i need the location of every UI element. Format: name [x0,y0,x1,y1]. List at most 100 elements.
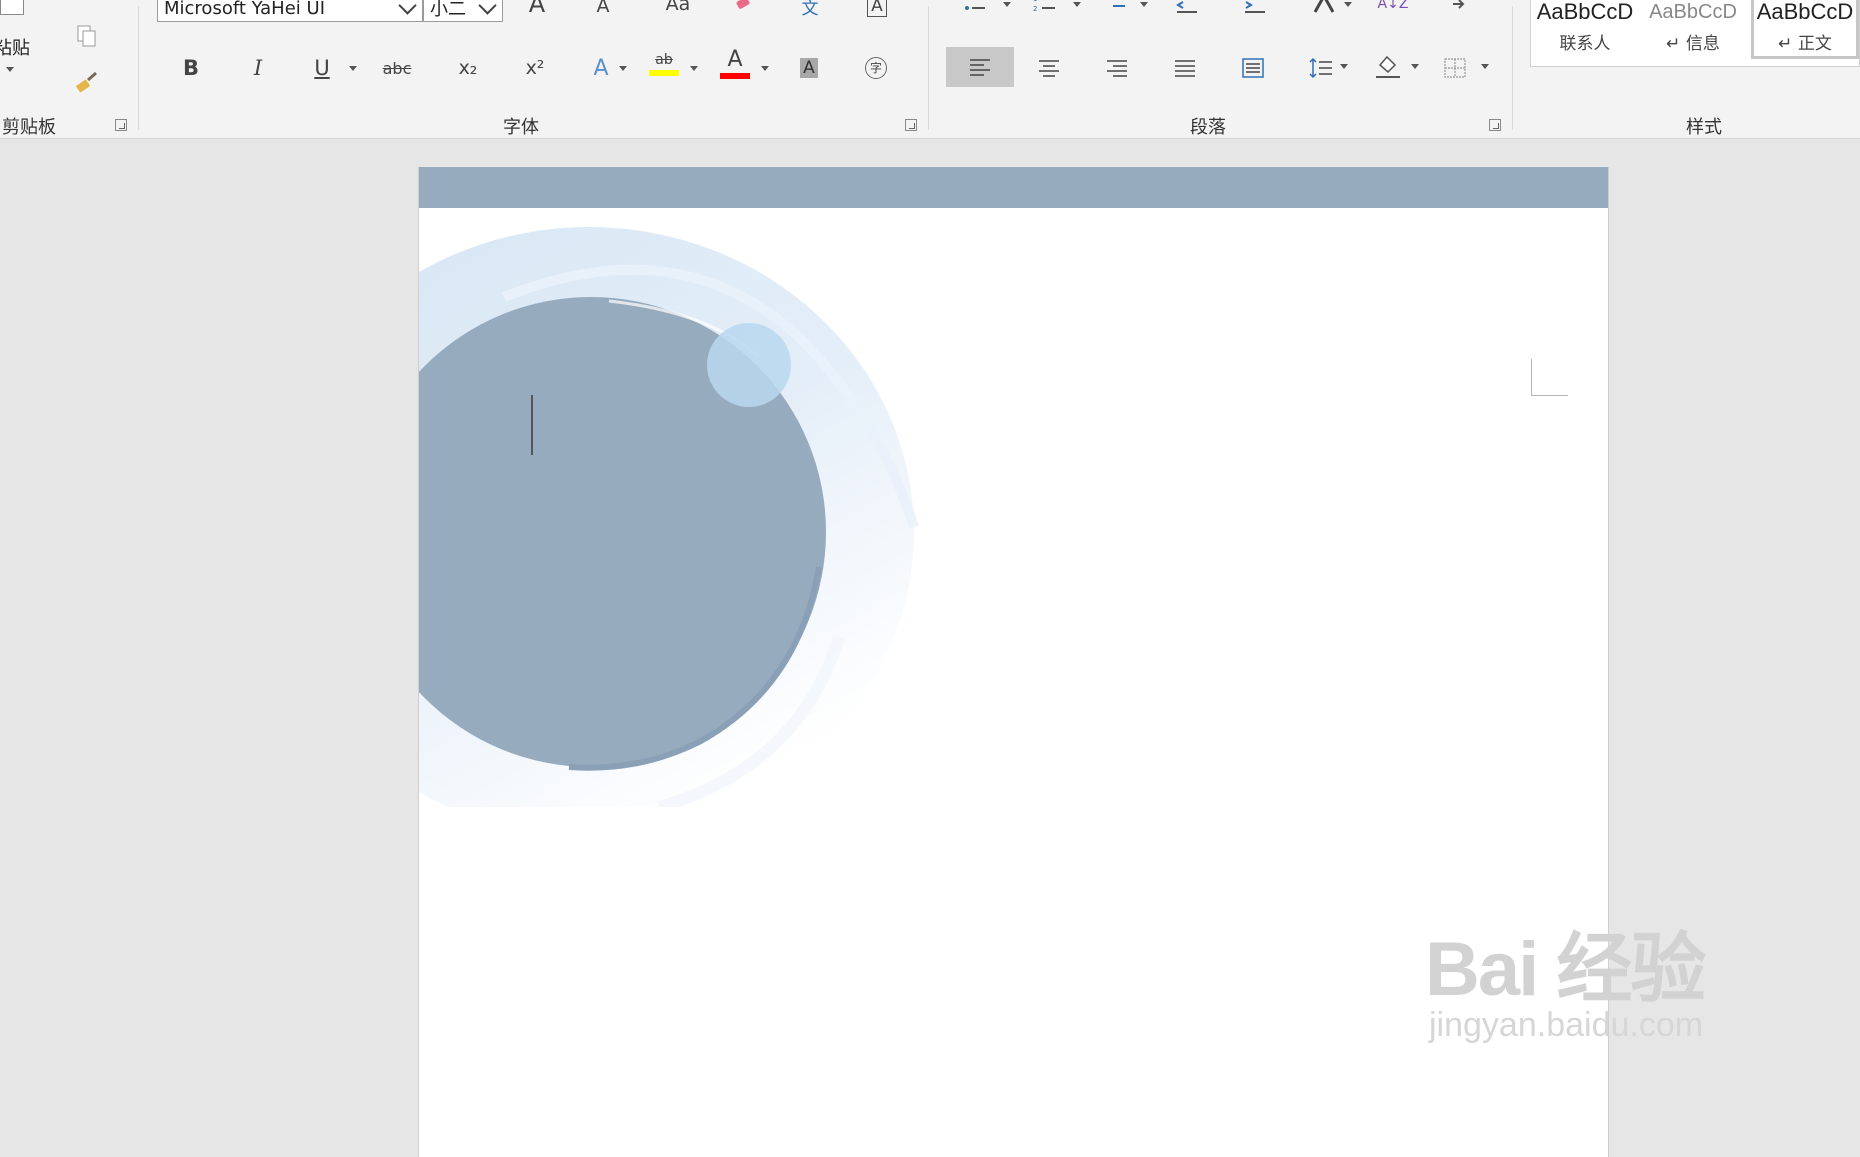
font-size-combo[interactable]: 小二 [423,0,503,22]
ribbon: 粘贴 剪贴板 Microsoft YaHei UI 小二 A A Aa 文 A … [0,0,1860,139]
clear-format-button[interactable] [728,0,758,22]
bullets-button[interactable] [960,0,990,22]
align-right-icon [1107,60,1127,77]
highlight-dropdown-icon[interactable] [690,66,698,71]
chinese-layout-icon [1313,0,1335,13]
grow-font-button[interactable]: A [522,0,552,22]
sort-icon: A↓Z [1377,0,1409,12]
justify-button[interactable] [1170,50,1200,86]
strikethrough-icon: abc [382,58,412,78]
svg-text:2: 2 [1033,5,1037,13]
font-dialog-launcher[interactable] [905,119,917,131]
line-spacing-button[interactable] [1306,50,1336,86]
sort-button[interactable]: A↓Z [1377,0,1409,22]
paste-label: 粘贴 [0,38,30,59]
text-effects-icon: A [593,55,609,81]
borders-button[interactable] [1440,50,1470,86]
justify-icon [1175,60,1195,77]
subscript-icon: x₂ [458,57,478,79]
enclose-characters-button[interactable]: 字 [861,50,891,86]
grow-font-icon: A [528,0,546,18]
chinese-layout-button[interactable] [1310,0,1340,22]
align-center-button[interactable] [1034,50,1064,86]
group-divider [928,6,929,130]
character-shading-icon: A [800,58,818,78]
shrink-font-button[interactable]: A [588,0,618,24]
underline-dropdown-icon[interactable] [349,66,357,71]
clipboard-dialog-launcher[interactable] [115,119,127,131]
show-marks-button[interactable] [1444,0,1474,22]
increase-indent-icon [1245,1,1265,13]
strikethrough-button[interactable]: abc [380,50,414,86]
highlight-color-bar [649,70,679,76]
style-item-info[interactable]: AaBbCcD ↵ 信息 [1639,0,1747,59]
italic-icon: I [253,56,263,80]
shading-dropdown-icon[interactable] [1411,64,1419,69]
format-painter-button[interactable] [72,64,102,100]
line-spacing-icon [1309,57,1332,79]
copy-icon [77,25,96,47]
align-left-button[interactable] [946,47,1014,87]
numbering-dropdown-icon[interactable] [1073,2,1081,7]
borders-icon [1444,58,1466,78]
style-name: ↵ 正文 [1778,34,1832,54]
group-divider [138,6,139,130]
bullets-dropdown-icon[interactable] [1003,2,1011,7]
watermark-url: jingyan.baidu.com [1429,1006,1704,1044]
font-size-value: 小二 [430,0,466,20]
font-name-combo[interactable]: Microsoft YaHei UI [157,0,423,22]
font-color-button[interactable]: A [718,46,752,82]
styles-gallery: AaBbCcD 联系人 AaBbCcD ↵ 信息 AaBbCcD ↵ 正文 [1530,0,1860,67]
numbering-button[interactable]: 12 [1030,0,1060,22]
paste-icon [0,0,24,15]
italic-button[interactable]: I [243,50,273,86]
multilevel-list-dropdown-icon[interactable] [1140,2,1148,7]
line-spacing-dropdown-icon[interactable] [1340,64,1348,69]
font-name-value: Microsoft YaHei UI [164,0,325,19]
paint-bucket-icon [1376,55,1400,78]
multilevel-list-button[interactable] [1100,0,1130,22]
distributed-icon [1242,58,1264,78]
font-color-dropdown-icon[interactable] [761,66,769,71]
bold-button[interactable]: B [176,50,206,86]
subscript-button[interactable]: x₂ [451,50,485,86]
superscript-button[interactable]: x² [518,50,552,86]
chinese-layout-dropdown-icon[interactable] [1344,2,1352,7]
highlight-button[interactable]: ab [647,46,681,82]
style-item-contact[interactable]: AaBbCcD 联系人 [1531,0,1639,59]
phonetic-guide-button[interactable]: 文 [795,0,825,24]
eraser-icon [736,0,750,9]
multilevel-list-icon [1113,5,1125,7]
font-color-bar [720,73,750,79]
shading-button[interactable] [1372,48,1404,84]
underline-icon: U [314,56,330,80]
character-border-button[interactable]: A [862,0,892,24]
show-marks-icon [1453,0,1465,9]
svg-text:1: 1 [1033,0,1037,3]
group-divider [1512,6,1513,130]
character-shading-button[interactable]: A [794,50,824,86]
copy-button[interactable] [72,18,100,54]
character-border-icon: A [867,0,887,17]
watermark-logo: Bai 经验 [1425,927,1706,1012]
small-circle [707,323,791,407]
change-case-icon: Aa [665,0,691,15]
underline-button[interactable]: U [308,50,336,86]
paragraph-dialog-launcher[interactable] [1489,119,1501,131]
borders-dropdown-icon[interactable] [1481,64,1489,69]
format-painter-icon [76,71,97,93]
numbering-icon: 12 [1033,0,1055,13]
shrink-font-icon: A [596,0,610,17]
increase-indent-button[interactable] [1240,0,1270,22]
paste-button[interactable]: 粘贴 [0,0,30,80]
text-effects-dropdown-icon[interactable] [619,66,627,71]
superscript-icon: x² [525,57,545,79]
style-item-normal[interactable]: AaBbCcD ↵ 正文 [1751,0,1859,59]
paste-dropdown-icon [6,67,14,72]
distributed-button[interactable] [1238,50,1268,86]
align-right-button[interactable] [1102,50,1132,86]
watermark: Bai 经验 jingyan.baidu.com [1425,927,1706,1045]
change-case-button[interactable]: Aa [656,0,700,22]
text-effects-button[interactable]: A [586,50,616,86]
decrease-indent-button[interactable] [1172,0,1202,22]
